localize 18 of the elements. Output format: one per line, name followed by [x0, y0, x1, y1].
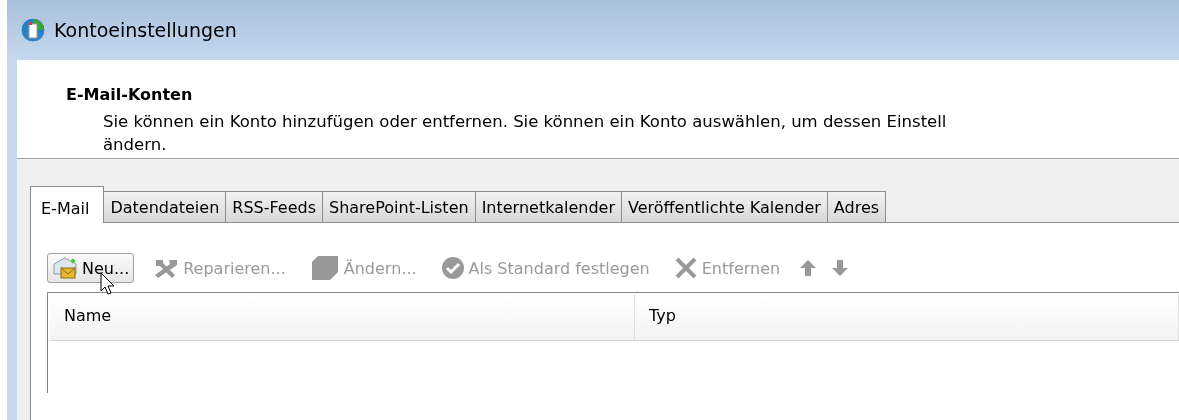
tab[interactable]: Datendateien	[103, 191, 227, 223]
description-text: Sie können ein Konto hinzufügen oder entfernen. Sie können ein Konto auswählen, um dessen Einstell ändern.	[102, 111, 948, 156]
tab[interactable]: Veröffentlichte Kalender	[620, 191, 828, 223]
column-header[interactable]: Typ	[635, 294, 1179, 340]
tab[interactable]: E-Mail	[30, 186, 105, 223]
check-circle-icon	[440, 256, 465, 280]
close-icon	[673, 256, 698, 280]
tab[interactable]: Internetkalender	[474, 191, 622, 223]
globe-icon	[20, 17, 46, 43]
tools-icon	[153, 257, 180, 279]
tab[interactable]: SharePoint-Listen	[322, 191, 476, 223]
column-header[interactable]: Name	[50, 294, 635, 340]
window-title: Kontoeinstellungen	[54, 19, 237, 41]
envelope-icon	[52, 256, 78, 280]
tab[interactable]: Adres	[826, 191, 887, 223]
tab[interactable]: RSS-Feeds	[225, 191, 323, 223]
mouse-cursor-icon	[100, 272, 116, 296]
section-heading: E-Mail-Konten	[66, 85, 194, 104]
